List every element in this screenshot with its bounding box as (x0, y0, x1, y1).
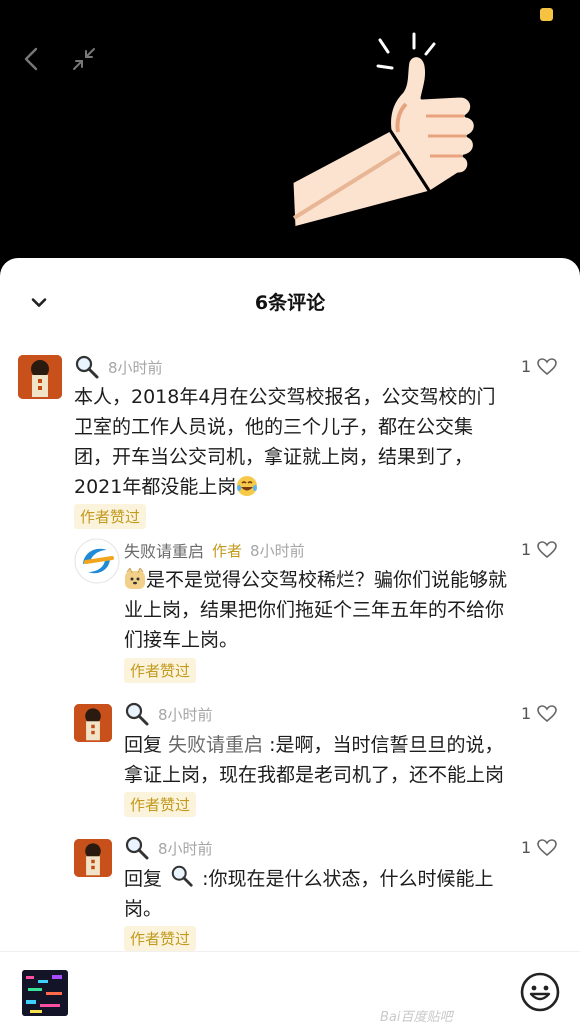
like-button[interactable]: 1 (521, 540, 557, 559)
comment-line: 2021年都没能上岗 (74, 472, 564, 502)
comment-text: 回复 失败请重启 :是啊，当时信誓旦旦的说， 拿证上岗，现在我都是老司机了，还不… (124, 730, 564, 790)
like-count: 1 (521, 540, 532, 559)
comment-line: 本人，2018年4月在公交驾校报名，公交驾校的门 (74, 386, 496, 408)
shrink-icon[interactable] (66, 44, 102, 74)
magnifier-avatar-icon[interactable] (170, 864, 194, 888)
comment-line: 们接车上岗。 (124, 629, 239, 651)
page-title: 6条评论 (254, 292, 326, 314)
comment-time: 8小时前 (158, 705, 213, 724)
author-liked-badge: 作者赞过 (124, 658, 197, 683)
author-liked-badge: 作者赞过 (124, 926, 197, 951)
comment-line: 岗。 (124, 898, 163, 920)
like-button[interactable]: 1 (521, 704, 557, 723)
comment-line: 团，开车当公交司机，拿证就上岗，结果到了， (74, 446, 474, 468)
author-liked-badge: 作者赞过 (124, 792, 197, 817)
author-tag: 作者 (212, 541, 243, 560)
heart-icon (537, 838, 557, 856)
like-button[interactable]: 1 (521, 838, 557, 857)
my-avatar (22, 970, 68, 1016)
reply-to-username[interactable]: 失败请重启 (168, 734, 263, 756)
emoji-icon[interactable] (518, 970, 562, 1014)
comment-time: 8小时前 (158, 839, 213, 858)
thumbs-up-illustration (280, 22, 500, 232)
comments-sheet: 6条评论 8小时前 1 本人，2018年4月在公交驾校报名，公交驾校的门 卫室的… (0, 258, 580, 1031)
video-area[interactable] (0, 0, 580, 270)
comment-meta: 8小时前 (124, 702, 213, 726)
avatar[interactable] (74, 839, 112, 877)
avatar[interactable] (74, 538, 120, 584)
like-count: 1 (521, 357, 532, 376)
username[interactable]: 失败请重启 (124, 538, 204, 562)
comment-line: 回复 失败请重启 :是啊，当时信誓旦旦的说， (124, 734, 504, 756)
avatar[interactable] (74, 704, 112, 742)
doge-emoji-icon (124, 566, 146, 590)
magnifier-avatar-icon[interactable] (74, 354, 100, 380)
laugh-cry-emoji-icon (236, 475, 258, 497)
comment-text: 本人，2018年4月在公交驾校报名，公交驾校的门 卫室的工作人员说，他的三个儿子… (74, 382, 564, 502)
like-button[interactable]: 1 (521, 357, 557, 376)
heart-icon (537, 704, 557, 722)
comment-meta: 失败请重启 作者 8小时前 (124, 538, 305, 562)
comment-line: 是不是觉得公交驾校稀烂？骗你们说能够就 (124, 565, 564, 595)
comment-meta: 8小时前 (124, 836, 213, 860)
magnifier-avatar-icon[interactable] (124, 701, 150, 727)
like-count: 1 (521, 704, 532, 723)
comment-line: 业上岗，结果把你们拖延个三年五年的不给你 (124, 599, 505, 621)
comment-input-bar: Bai百度贴吧 (0, 951, 580, 1031)
status-indicator (540, 8, 553, 21)
comment-meta: 8小时前 (74, 355, 163, 379)
comment-line: 回复 :你现在是什么状态，什么时候能上 (124, 864, 564, 894)
author-liked-badge: 作者赞过 (74, 504, 147, 529)
comment-line: 拿证上岗，现在我都是老司机了，还不能上岗 (124, 764, 505, 786)
watermark: Bai百度贴吧 (380, 1010, 453, 1025)
comment-text: 回复 :你现在是什么状态，什么时候能上 岗。 (124, 864, 564, 924)
heart-icon (537, 540, 557, 558)
like-count: 1 (521, 838, 532, 857)
comment-line: 卫室的工作人员说，他的三个儿子，都在公交集 (74, 416, 474, 438)
comment-time: 8小时前 (108, 358, 163, 377)
back-icon[interactable] (18, 44, 46, 74)
avatar[interactable] (18, 355, 62, 399)
comment-time: 8小时前 (250, 541, 305, 560)
magnifier-avatar-icon[interactable] (124, 835, 150, 861)
heart-icon (537, 357, 557, 375)
comment-text: 是不是觉得公交驾校稀烂？骗你们说能够就 业上岗，结果把你们拖延个三年五年的不给你… (124, 565, 564, 655)
